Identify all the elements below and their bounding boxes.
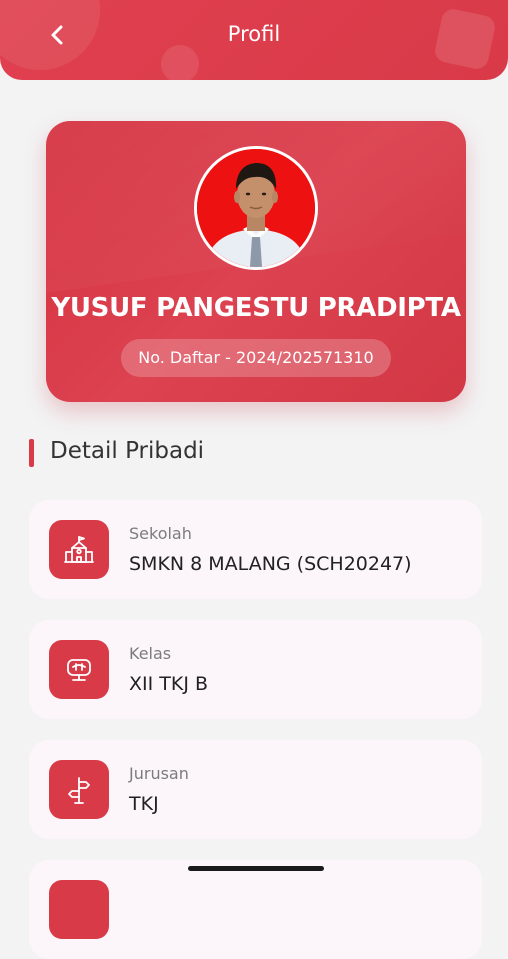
detail-label: Kelas	[129, 644, 172, 663]
detail-value: XII TKJ B	[129, 673, 209, 695]
signpost-icon	[49, 760, 109, 819]
decorative-circle	[161, 45, 199, 80]
detail-label: Jurusan	[129, 764, 189, 783]
school-icon	[49, 520, 109, 579]
profile-card: YUSUF PANGESTU PRADIPTA No. Daftar - 202…	[46, 121, 466, 402]
section-title: Detail Pribadi	[50, 438, 205, 464]
app-header: Profil	[0, 0, 508, 80]
detail-value: TKJ	[129, 793, 159, 815]
registration-number-badge: No. Daftar - 2024/202571310	[121, 339, 391, 377]
home-indicator[interactable]	[188, 866, 324, 871]
avatar-photo	[197, 149, 315, 267]
detail-card-school: Sekolah SMKN 8 MALANG (SCH20247)	[29, 500, 482, 599]
avatar	[194, 146, 318, 270]
detail-card-class: Kelas XII TKJ B	[29, 620, 482, 719]
detail-icon	[49, 880, 109, 939]
detail-card-partial	[29, 860, 482, 959]
detail-card-major: Jurusan TKJ	[29, 740, 482, 839]
detail-label: Sekolah	[129, 524, 192, 543]
section-accent-bar	[29, 439, 34, 467]
detail-value: SMKN 8 MALANG (SCH20247)	[129, 553, 412, 575]
classroom-icon	[49, 640, 109, 699]
page-title: Profil	[227, 22, 281, 46]
profile-name: YUSUF PANGESTU PRADIPTA	[51, 293, 461, 323]
